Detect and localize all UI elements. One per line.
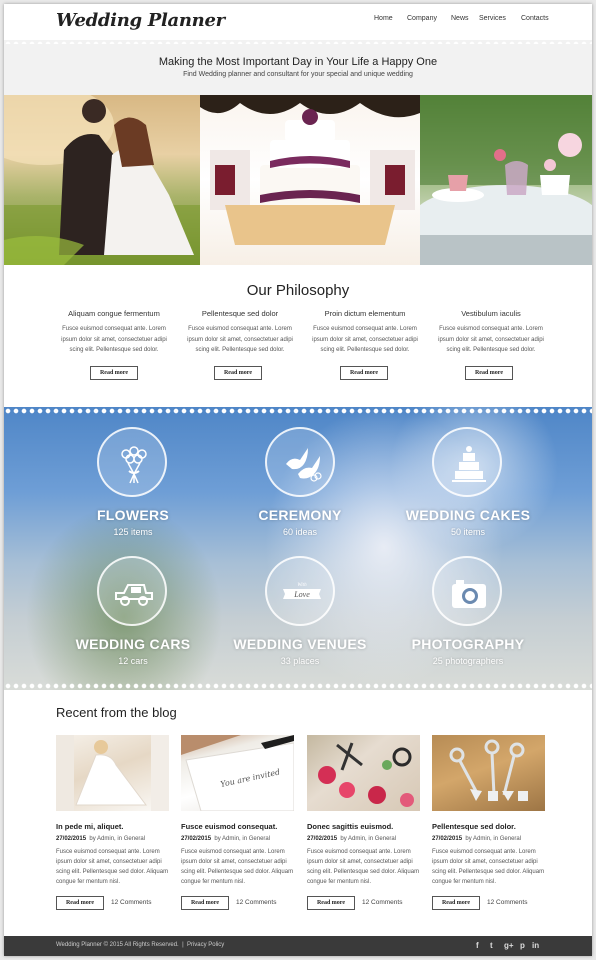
post-author: by Admin, in General [214,836,271,842]
post-meta: 27/02/2015 by Admin, in General [181,836,301,842]
post-meta: 27/02/2015 by Admin, in General [432,836,552,842]
read-more-button[interactable]: Read more [90,366,138,380]
blog-image-bride[interactable] [56,735,169,811]
comments-link[interactable]: 12 Comments [487,899,527,906]
footer-text: Wedding Planner © 2015 All Rights Reserv… [56,942,224,948]
cake-icon[interactable] [432,427,502,497]
love-sign-text: Love [293,590,310,599]
blog-image-flowers-scissors[interactable] [307,735,420,811]
footer: Wedding Planner © 2015 All Rights Reserv… [4,936,592,956]
tea-party-photo [420,95,592,265]
read-more-button[interactable]: Read more [214,366,262,380]
blog-post: Pellentesque sed dolor. 27/02/2015 by Ad… [432,822,552,887]
post-author: by Admin, in General [465,836,522,842]
post-excerpt: Fusce euismod consequat ante. Lorem ipsu… [432,849,545,885]
read-more-button[interactable]: Read more [181,896,229,910]
site-logo[interactable]: Wedding Planner [56,10,225,31]
doves-icon[interactable] [265,427,335,497]
blog-post: Donec sagittis euismod. 27/02/2015 by Ad… [307,822,427,887]
read-more-button[interactable]: Read more [56,896,104,910]
facebook-icon[interactable]: f [476,941,479,950]
post-title[interactable]: Pellentesque sed dolor. [432,822,552,831]
pinterest-icon[interactable]: p [520,941,525,950]
service-count: 25 photographers [432,656,504,666]
blog-image-invitation[interactable]: You are invited [181,735,294,811]
privacy-policy-link[interactable]: Privacy Policy [187,942,224,948]
page: Wedding Planner Home Company News Servic… [4,4,592,956]
comments-link[interactable]: 12 Comments [236,899,276,906]
post-excerpt: Fusce euismod consequat ante. Lorem ipsu… [56,849,169,885]
philosophy-column-title: Vestibulum iaculis [461,309,521,318]
philosophy-column-text: Fusce euismod consequat ante. Lorem ipsu… [312,326,418,353]
blog-post: Fusce euismod consequat. 27/02/2015 by A… [181,822,301,887]
service-count: 33 places [280,656,320,666]
post-excerpt: Fusce euismod consequat ante. Lorem ipsu… [181,849,294,885]
philosophy-column: Aliquam congue fermentum Fusce euismod c… [58,309,170,356]
copyright-text: Wedding Planner © 2015 All Rights Reserv… [56,942,179,948]
philosophy-column-text: Fusce euismod consequat ante. Lorem ipsu… [438,326,544,353]
nav-news[interactable]: News [451,15,469,22]
philosophy-column-title: Aliquam congue fermentum [68,309,160,318]
nav-contacts[interactable]: Contacts [521,15,549,22]
lace-divider [4,407,592,415]
service-title[interactable]: WEDDING CAKES [370,507,566,523]
service-title[interactable]: PHOTOGRAPHY [370,636,566,652]
nav-company[interactable]: Company [407,15,437,22]
post-meta: 27/02/2015 by Admin, in General [56,836,176,842]
post-title[interactable]: In pede mi, aliquet. [56,822,176,831]
services-section: FLOWERS 125 items CEREMONY 60 ideas WEDD… [4,407,592,690]
service-count: 50 items [450,527,485,537]
love-sign-small-text: With [297,583,307,588]
read-more-button[interactable]: Read more [307,896,355,910]
philosophy-title: Our Philosophy [246,282,350,299]
hero-band [4,44,592,95]
philosophy-column-title: Pellentesque sed dolor [201,309,279,318]
post-title[interactable]: Donec sagittis euismod. [307,822,427,831]
post-meta: 27/02/2015 by Admin, in General [307,836,427,842]
post-excerpt: Fusce euismod consequat ante. Lorem ipsu… [307,849,420,885]
header: Wedding Planner Home Company News Servic… [4,4,592,44]
linkedin-icon[interactable]: in [532,941,539,950]
blog-title: Recent from the blog [56,705,177,720]
philosophy-column-text: Fusce euismod consequat ante. Lorem ipsu… [61,326,167,353]
philosophy-column: Proin dictum elementum Fusce euismod con… [309,309,421,356]
post-author: by Admin, in General [340,836,397,842]
hero-title: Making the Most Important Day in Your Li… [158,56,438,68]
philosophy-column-title: Proin dictum elementum [324,309,406,318]
love-sign-icon[interactable]: With Love [265,556,335,626]
post-date: 27/02/2015 [432,836,463,842]
blog-post: In pede mi, aliquet. 27/02/2015 by Admin… [56,822,176,887]
post-date: 27/02/2015 [307,836,338,842]
post-date: 27/02/2015 [181,836,212,842]
twitter-icon[interactable]: t [490,941,493,950]
read-more-button[interactable]: Read more [465,366,513,380]
philosophy-column-text: Fusce euismod consequat ante. Lorem ipsu… [187,326,293,353]
lace-divider [4,682,592,690]
philosophy-column: Pellentesque sed dolor Fusce euismod con… [184,309,296,356]
read-more-button[interactable]: Read more [432,896,480,910]
google-plus-icon[interactable]: g+ [504,941,514,950]
comments-link[interactable]: 12 Comments [362,899,402,906]
philosophy-column: Vestibulum iaculis Fusce euismod consequ… [435,309,547,356]
cake-photo [200,95,420,265]
camera-icon[interactable] [432,556,502,626]
footer-separator: | [182,942,184,948]
nav-home[interactable]: Home [374,15,393,22]
car-icon[interactable] [97,556,167,626]
service-title[interactable]: WEDDING VENUES [202,636,398,652]
couple-photo [4,95,200,265]
service-title[interactable]: CEREMONY [202,507,398,523]
hero-subtitle: Find Wedding planner and consultant for … [183,71,413,78]
comments-link[interactable]: 12 Comments [111,899,151,906]
service-count: 60 ideas [282,527,318,537]
nav-services[interactable]: Services [479,15,506,22]
blog-image-love-keys[interactable] [432,735,545,811]
read-more-button[interactable]: Read more [340,366,388,380]
post-author: by Admin, in General [89,836,146,842]
post-date: 27/02/2015 [56,836,87,842]
bouquet-icon[interactable] [97,427,167,497]
post-title[interactable]: Fusce euismod consequat. [181,822,301,831]
